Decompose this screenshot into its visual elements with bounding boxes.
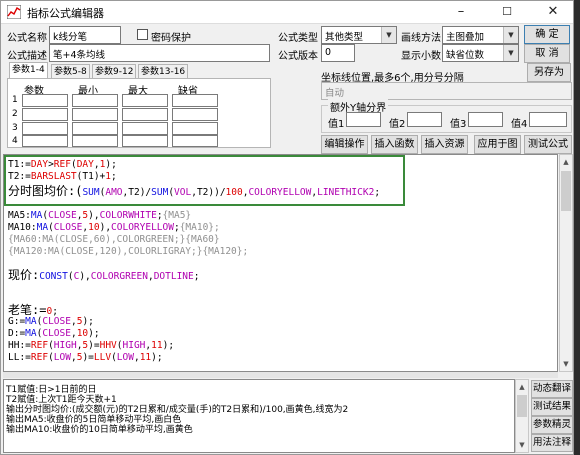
- code-line: HH:=REF(HIGH,5)=HHV(HIGH,11);: [8, 340, 175, 351]
- close-button[interactable]: ✕: [533, 2, 573, 22]
- param-4-min[interactable]: [72, 135, 118, 147]
- tab-params-9-12[interactable]: 参数9-12: [92, 64, 137, 79]
- code-line: {MA60:MA(CLOSE,60),COLORGREEN;}{MA60}: [8, 234, 220, 245]
- param-3-min[interactable]: [72, 122, 118, 135]
- chevron-down-icon: ▼: [503, 27, 518, 43]
- cancel-button[interactable]: 取 消: [524, 44, 570, 63]
- code-line: LL:=REF(LOW,5)=LLV(LOW,11);: [8, 352, 163, 363]
- description-line: 输出MA10:收盘价的10日简单移动平均,画黄色: [6, 425, 193, 435]
- formula-type-label: 公式类型: [278, 33, 318, 44]
- axis-value-1-input[interactable]: [346, 112, 381, 127]
- param-4-name[interactable]: [22, 135, 68, 147]
- param-row-number: 4: [12, 136, 18, 146]
- tab-params-5-8[interactable]: 参数5-8: [51, 64, 90, 79]
- test-result-button[interactable]: 测试结果: [531, 398, 573, 416]
- window-title: 指标公式编辑器: [27, 7, 104, 20]
- ok-button[interactable]: 确 定: [524, 25, 570, 44]
- formula-desc-input[interactable]: 笔+4条均线: [49, 44, 270, 62]
- chevron-down-icon: ▼: [503, 45, 518, 61]
- app-icon: [7, 5, 21, 19]
- formula-description-panel: T1赋值:日>1日前的日 T2赋值:上次T1距今天数+1 输出分时图均价:(成交…: [3, 379, 515, 453]
- param-row-number: 2: [12, 109, 18, 119]
- draw-method-value: 主图叠加: [446, 32, 485, 43]
- code-line: MA5:MA(CLOSE,5),COLORWHITE;{MA5}: [8, 210, 192, 221]
- test-formula-button[interactable]: 测试公式: [524, 135, 572, 154]
- decimal-value: 缺省位数: [446, 50, 485, 61]
- param-1-default[interactable]: [172, 94, 218, 107]
- param-1-name[interactable]: [22, 94, 68, 107]
- edit-operations-button[interactable]: 编辑操作: [321, 135, 368, 154]
- formula-desc-label: 公式描述: [7, 51, 47, 62]
- insert-function-button[interactable]: 插入函数: [371, 135, 418, 154]
- param-4-max[interactable]: [122, 135, 168, 147]
- param-2-min[interactable]: [72, 108, 118, 121]
- save-as-button[interactable]: 另存为: [527, 63, 571, 82]
- param-1-max[interactable]: [122, 94, 168, 107]
- scroll-down-icon[interactable]: ▼: [516, 438, 528, 452]
- axis-value-3-input[interactable]: [468, 112, 503, 127]
- code-line: G:=MA(CLOSE,5);: [8, 316, 94, 327]
- scroll-up-icon[interactable]: ▲: [560, 155, 572, 169]
- param-2-default[interactable]: [172, 108, 218, 121]
- param-2-name[interactable]: [22, 108, 68, 121]
- code-line: 分时图均价:(SUM(AMO,T2)/SUM(VOL,T2))/100,COLO…: [8, 184, 381, 198]
- insert-resource-button[interactable]: 插入资源: [421, 135, 468, 154]
- formula-editor-window: 指标公式编辑器 – ☐ ✕ 公式名称 k线分笔 密码保护 公式描述 笔+4条均线…: [0, 0, 574, 455]
- editor-vertical-scrollbar[interactable]: ▲ ▼: [559, 154, 573, 372]
- code-line: T2:=BARSLAST(T1)+1;: [8, 171, 117, 182]
- formula-version-label: 公式版本: [278, 51, 318, 62]
- scroll-up-icon[interactable]: ▲: [516, 380, 528, 394]
- axis-value-3-label: 值3: [450, 119, 467, 130]
- password-protect-label: 密码保护: [151, 33, 191, 44]
- usage-notes-button[interactable]: 用法注释: [531, 434, 573, 452]
- dynamic-translate-button[interactable]: 动态翻译: [531, 380, 573, 398]
- code-line: T1:=DAY>REF(DAY,1);: [8, 159, 117, 170]
- params-panel: 参数 最小 最大 缺省 1 2 3 4: [7, 78, 271, 148]
- param-4-default[interactable]: [172, 135, 218, 147]
- maximize-button[interactable]: ☐: [487, 2, 527, 22]
- formula-type-select[interactable]: 其他类型 ▼: [321, 26, 397, 44]
- coord-line-input[interactable]: 自动: [321, 82, 572, 100]
- param-row-number: 3: [12, 123, 18, 133]
- apply-to-chart-button[interactable]: 应用于图: [474, 135, 521, 154]
- minimize-button[interactable]: –: [441, 2, 481, 22]
- password-protect-checkbox[interactable]: [137, 29, 148, 40]
- draw-method-label: 画线方法: [401, 33, 441, 44]
- scroll-thumb[interactable]: [561, 171, 571, 211]
- axis-value-1-label: 值1: [328, 119, 345, 130]
- param-3-default[interactable]: [172, 122, 218, 135]
- param-row-number: 1: [12, 95, 18, 105]
- description-scrollbar[interactable]: ▲ ▼: [515, 379, 529, 453]
- decimal-label: 显示小数: [401, 51, 441, 62]
- formula-name-label: 公式名称: [7, 33, 47, 44]
- formula-type-value: 其他类型: [325, 32, 364, 43]
- axis-value-4-label: 值4: [511, 119, 528, 130]
- scroll-thumb[interactable]: [517, 395, 527, 417]
- code-line: MA10:MA(CLOSE,10),COLORYELLOW;{MA10};: [8, 222, 220, 233]
- decimal-select[interactable]: 缺省位数 ▼: [442, 44, 519, 62]
- code-line: 现价:CONST(C),COLORGREEN,DOTLINE;: [8, 268, 200, 282]
- tab-params-13-16[interactable]: 参数13-16: [138, 64, 189, 79]
- code-line: {MA120:MA(CLOSE,120),COLORLIGRAY;}{MA120…: [8, 246, 249, 257]
- code-editor[interactable]: T1:=DAY>REF(DAY,1); T2:=BARSLAST(T1)+1; …: [3, 154, 558, 372]
- param-2-max[interactable]: [122, 108, 168, 121]
- scroll-down-icon[interactable]: ▼: [560, 357, 572, 371]
- formula-version-input[interactable]: 0: [321, 44, 355, 62]
- param-1-min[interactable]: [72, 94, 118, 107]
- axis-value-2-label: 值2: [389, 119, 406, 130]
- editor-horizontal-scrollbar[interactable]: [3, 372, 558, 378]
- formula-name-input[interactable]: k线分笔: [49, 26, 121, 44]
- draw-method-select[interactable]: 主图叠加 ▼: [442, 26, 519, 44]
- chevron-down-icon: ▼: [381, 27, 396, 43]
- param-wizard-button[interactable]: 参数精灵: [531, 416, 573, 434]
- param-3-name[interactable]: [22, 122, 68, 135]
- axis-value-4-input[interactable]: [529, 112, 567, 127]
- code-line: D:=MA(CLOSE,10);: [8, 328, 100, 339]
- axis-value-2-input[interactable]: [407, 112, 442, 127]
- param-3-max[interactable]: [122, 122, 168, 135]
- title-bar: 指标公式编辑器 – ☐ ✕: [1, 1, 573, 24]
